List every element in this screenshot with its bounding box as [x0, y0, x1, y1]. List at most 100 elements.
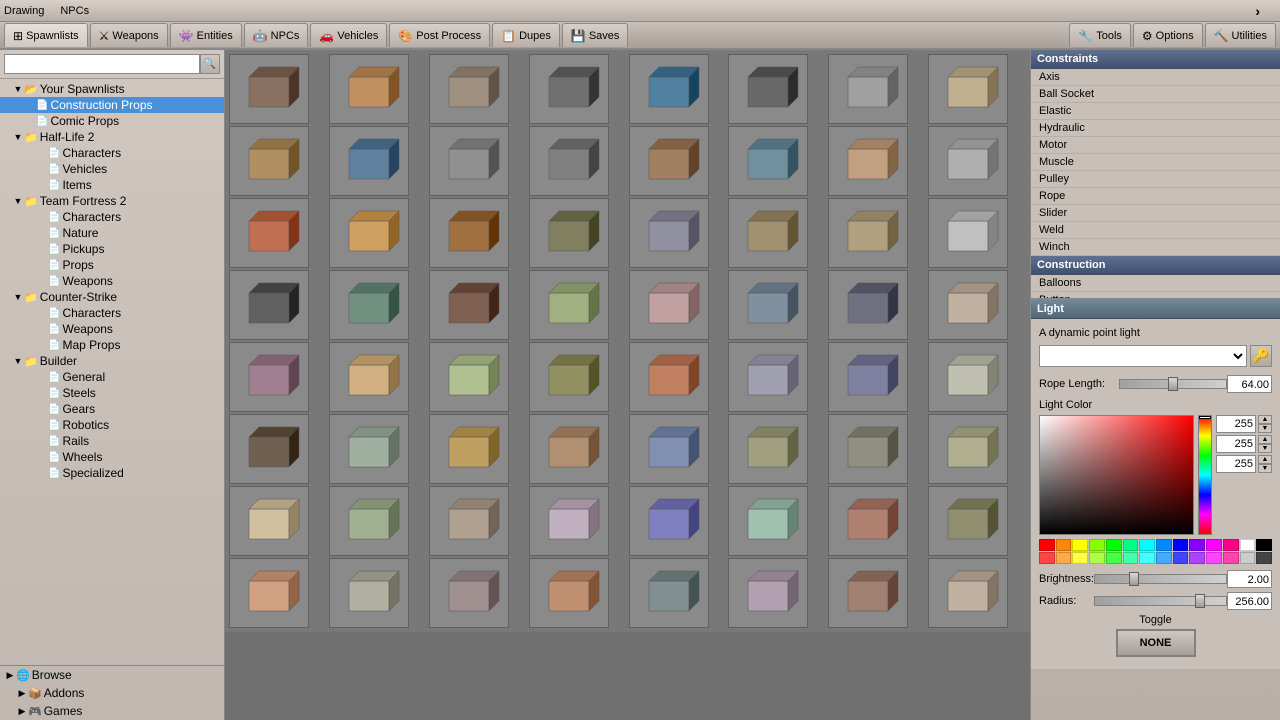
grid-cell-7[interactable] — [928, 54, 1008, 124]
tree-item-hl2-items[interactable]: 📄Items — [0, 177, 224, 193]
grid-cell-45[interactable] — [728, 414, 808, 484]
grid-cell-1[interactable] — [329, 54, 409, 124]
tree-item-cs-map-props[interactable]: 📄Map Props — [0, 337, 224, 353]
content-scroll[interactable] — [225, 50, 1030, 632]
tab-postprocess[interactable]: 🎨 Post Process — [389, 23, 490, 47]
tree-item-builder[interactable]: ▼📁Builder — [0, 353, 224, 369]
grid-cell-38[interactable] — [828, 342, 908, 412]
grid-cell-60[interactable] — [629, 558, 709, 628]
rgb-g-input[interactable] — [1216, 435, 1256, 453]
grid-cell-11[interactable] — [529, 126, 609, 196]
grid-cell-57[interactable] — [329, 558, 409, 628]
tree-item-cs-weapons[interactable]: 📄Weapons — [0, 321, 224, 337]
swatch-2[interactable] — [1072, 539, 1088, 551]
tree-item-tf2-characters[interactable]: 📄Characters — [0, 209, 224, 225]
grid-cell-63[interactable] — [928, 558, 1008, 628]
rgb-r-up[interactable]: ▲ — [1258, 415, 1272, 424]
eyedropper-button[interactable]: 🔑 — [1250, 345, 1272, 367]
tree-item-builder-general[interactable]: 📄General — [0, 369, 224, 385]
grid-cell-22[interactable] — [828, 198, 908, 268]
swatch-6[interactable] — [1139, 539, 1155, 551]
grid-cell-56[interactable] — [229, 558, 309, 628]
tree-item-tf2-weapons[interactable]: 📄Weapons — [0, 273, 224, 289]
construction-item-balloons[interactable]: Balloons — [1031, 275, 1280, 292]
tab-dupes[interactable]: 📋 Dupes — [492, 23, 560, 47]
swatch-9[interactable] — [1189, 539, 1205, 551]
rgb-b-down[interactable]: ▼ — [1258, 464, 1272, 473]
tree-item-tf2-props[interactable]: 📄Props — [0, 257, 224, 273]
grid-cell-53[interactable] — [728, 486, 808, 556]
swatch-22[interactable] — [1173, 552, 1189, 564]
swatch-20[interactable] — [1139, 552, 1155, 564]
tab-spawnlists[interactable]: ⊞ Spawnlists — [4, 23, 88, 47]
tree-item-builder-gears[interactable]: 📄Gears — [0, 401, 224, 417]
tab-saves[interactable]: 💾 Saves — [562, 23, 629, 47]
swatch-17[interactable] — [1089, 552, 1105, 564]
expand-btn[interactable]: › — [1255, 3, 1260, 19]
rgb-b-input[interactable] — [1216, 455, 1256, 473]
swatch-13[interactable] — [1256, 539, 1272, 551]
grid-cell-37[interactable] — [728, 342, 808, 412]
grid-cell-23[interactable] — [928, 198, 1008, 268]
grid-cell-29[interactable] — [728, 270, 808, 340]
constraint-item-slider[interactable]: Slider — [1031, 205, 1280, 222]
grid-cell-27[interactable] — [529, 270, 609, 340]
swatch-0[interactable] — [1039, 539, 1055, 551]
tab-weapons[interactable]: ⚔ Weapons — [90, 23, 168, 47]
swatch-5[interactable] — [1123, 539, 1139, 551]
radius-slider[interactable] — [1094, 596, 1227, 606]
constraint-item-motor[interactable]: Motor — [1031, 137, 1280, 154]
swatch-19[interactable] — [1123, 552, 1139, 564]
swatch-12[interactable] — [1240, 539, 1256, 551]
tree-item-tf2-pickups[interactable]: 📄Pickups — [0, 241, 224, 257]
swatch-18[interactable] — [1106, 552, 1122, 564]
grid-cell-59[interactable] — [529, 558, 609, 628]
tab-tools[interactable]: 🔧 Tools — [1069, 23, 1131, 47]
constraint-item-pulley[interactable]: Pulley — [1031, 171, 1280, 188]
grid-cell-12[interactable] — [629, 126, 709, 196]
tree-item-builder-wheels[interactable]: 📄Wheels — [0, 449, 224, 465]
grid-cell-26[interactable] — [429, 270, 509, 340]
rgb-b-up[interactable]: ▲ — [1258, 455, 1272, 464]
rgb-g-down[interactable]: ▼ — [1258, 444, 1272, 453]
grid-cell-4[interactable] — [629, 54, 709, 124]
constraint-item-muscle[interactable]: Muscle — [1031, 154, 1280, 171]
tree-item-builder-rails[interactable]: 📄Rails — [0, 433, 224, 449]
grid-cell-17[interactable] — [329, 198, 409, 268]
tree-item-hl2-vehicles[interactable]: 📄Vehicles — [0, 161, 224, 177]
tree-item-hl2-characters[interactable]: 📄Characters — [0, 145, 224, 161]
swatch-11[interactable] — [1223, 539, 1239, 551]
tab-npcs[interactable]: 🤖 NPCs — [244, 23, 309, 47]
grid-cell-31[interactable] — [928, 270, 1008, 340]
constraint-item-axis[interactable]: Axis — [1031, 69, 1280, 86]
grid-cell-43[interactable] — [529, 414, 609, 484]
grid-cell-2[interactable] — [429, 54, 509, 124]
grid-cell-33[interactable] — [329, 342, 409, 412]
menu-npcs[interactable]: NPCs — [60, 5, 89, 17]
grid-cell-55[interactable] — [928, 486, 1008, 556]
grid-cell-39[interactable] — [928, 342, 1008, 412]
grid-cell-28[interactable] — [629, 270, 709, 340]
browse-item[interactable]: ▶ 🌐 Browse — [0, 666, 224, 684]
grid-cell-34[interactable] — [429, 342, 509, 412]
tree-item-your-spawnlists[interactable]: ▼📂Your Spawnlists — [0, 81, 224, 97]
swatch-25[interactable] — [1223, 552, 1239, 564]
swatch-27[interactable] — [1256, 552, 1272, 564]
none-button[interactable]: NONE — [1116, 629, 1196, 657]
grid-cell-49[interactable] — [329, 486, 409, 556]
grid-cell-61[interactable] — [728, 558, 808, 628]
swatch-8[interactable] — [1173, 539, 1189, 551]
rgb-r-down[interactable]: ▼ — [1258, 424, 1272, 433]
grid-cell-47[interactable] — [928, 414, 1008, 484]
constraint-item-winch[interactable]: Winch — [1031, 239, 1280, 256]
grid-cell-18[interactable] — [429, 198, 509, 268]
constraint-item-ball-socket[interactable]: Ball Socket — [1031, 86, 1280, 103]
brightness-thumb[interactable] — [1129, 572, 1139, 586]
rope-length-thumb[interactable] — [1168, 377, 1178, 391]
grid-cell-13[interactable] — [728, 126, 808, 196]
grid-cell-62[interactable] — [828, 558, 908, 628]
grid-cell-30[interactable] — [828, 270, 908, 340]
brightness-slider[interactable] — [1094, 574, 1227, 584]
constraint-item-hydraulic[interactable]: Hydraulic — [1031, 120, 1280, 137]
grid-cell-0[interactable] — [229, 54, 309, 124]
